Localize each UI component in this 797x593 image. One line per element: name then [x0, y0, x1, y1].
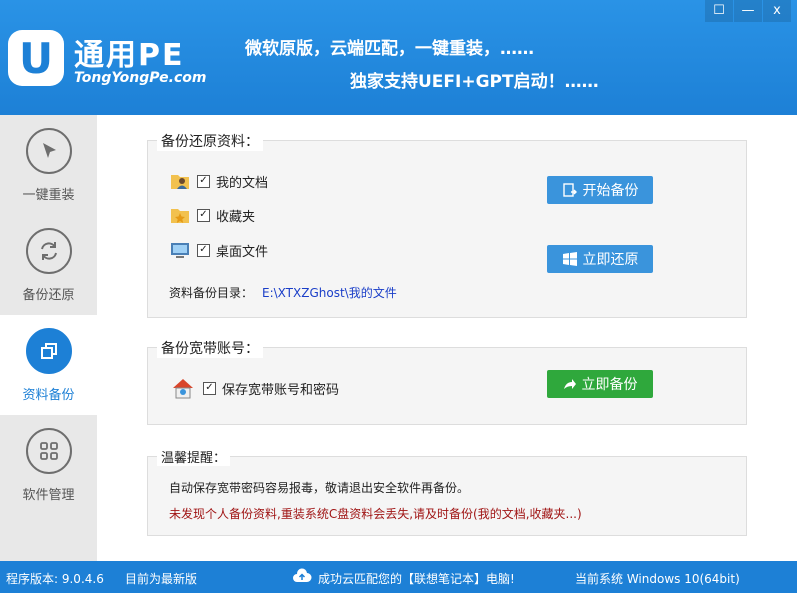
feedback-button[interactable]: ☐: [705, 0, 733, 22]
app-grid-icon: [25, 428, 72, 474]
slogan-line-2: 独家支持UEFI+GPT启动！……: [350, 72, 599, 92]
cloud-match-message: 成功云匹配您的【联想笔记本】电脑!: [318, 572, 515, 586]
backup-item-desktop[interactable]: ✓ 桌面文件: [169, 239, 268, 261]
broadband-item-label: 保存宽带账号和密码: [222, 382, 340, 398]
sidebar-item-backup-restore[interactable]: 备份还原: [0, 215, 97, 315]
cursor-arrow-icon: [25, 128, 72, 174]
refresh-arrows-icon: [25, 228, 72, 274]
backup-item-label: 收藏夹: [216, 209, 256, 225]
broadband-checkbox[interactable]: ✓: [203, 381, 216, 395]
sidebar-item-label: 软件管理: [22, 488, 75, 503]
copy-squares-icon: [25, 328, 72, 374]
user-folder-icon: [171, 175, 189, 189]
backup-item-favorites[interactable]: ✓ 收藏夹: [169, 204, 255, 226]
update-status: 目前为最新版: [125, 572, 198, 586]
documents-checkbox[interactable]: ✓: [197, 174, 210, 188]
backup-item-documents[interactable]: ✓ 我的文档: [169, 170, 268, 192]
broadband-item[interactable]: ✓ 保存宽带账号和密码: [169, 374, 339, 402]
windows-logo-icon: [562, 252, 577, 266]
sidebar: 一键重装 备份还原 资料备份 软件管理: [0, 115, 97, 561]
favorites-checkbox[interactable]: ✓: [197, 208, 210, 222]
close-button[interactable]: x: [763, 0, 791, 22]
logo-title: 通用PE: [74, 38, 185, 73]
backup-now-button[interactable]: 立即备份: [547, 370, 653, 398]
tips-section-title: 温馨提醒：: [157, 447, 231, 466]
logo-letter: U: [18, 33, 54, 83]
start-backup-button[interactable]: 开始备份: [547, 176, 653, 204]
restore-button[interactable]: 立即还原: [547, 245, 653, 273]
desktop-checkbox[interactable]: ✓: [197, 243, 210, 257]
broadband-section-title: 备份宽带账号：: [157, 338, 263, 358]
backup-item-label: 我的文档: [216, 175, 269, 191]
minimize-button[interactable]: —: [734, 0, 762, 22]
app-logo: U: [8, 30, 64, 86]
restore-label: 立即还原: [582, 252, 639, 268]
sidebar-item-reinstall[interactable]: 一键重装: [0, 115, 97, 215]
window-controls: ☐ — x: [704, 0, 791, 22]
main-content: 备份还原资料： ✓ 我的文档 ✓ 收藏夹 ✓ 桌面文件 开始备份 立即还原 资料…: [97, 115, 797, 561]
logo-subtitle: TongYongPe.com: [74, 70, 207, 86]
cloud-upload-icon: [292, 567, 312, 588]
start-backup-label: 开始备份: [582, 183, 639, 199]
program-version: 程序版本: 9.0.4.6: [6, 572, 104, 586]
tip-line-1: 自动保存宽带密码容易报毒，敬请退出安全软件再备份。: [169, 481, 470, 495]
sidebar-item-label: 一键重装: [22, 188, 75, 203]
forward-arrow-icon: [563, 379, 576, 389]
tip-line-2-warning: 未发现个人备份资料,重装系统C盘资料会丢失,请及时备份(我的文档,收藏夹...): [169, 507, 582, 521]
backup-path-label: 资料备份目录：: [169, 286, 254, 300]
backup-item-label: 桌面文件: [216, 244, 269, 260]
star-folder-icon: [171, 209, 189, 223]
sidebar-item-data-backup[interactable]: 资料备份: [0, 315, 97, 415]
backup-section-title: 备份还原资料：: [157, 131, 263, 151]
desktop-monitor-icon: [171, 243, 189, 258]
sidebar-item-software[interactable]: 软件管理: [0, 415, 97, 515]
backup-file-icon: [562, 183, 577, 197]
tips-section: [147, 456, 747, 536]
status-bar: 程序版本: 9.0.4.6 目前为最新版 成功云匹配您的【联想笔记本】电脑! 当…: [0, 561, 797, 593]
backup-now-label: 立即备份: [581, 377, 638, 393]
house-network-icon: [173, 379, 193, 399]
sidebar-item-label: 备份还原: [22, 288, 75, 303]
app-header: U 通用PE TongYongPe.com 微软原版，云端匹配，一键重装，…… …: [0, 0, 797, 115]
backup-path-value[interactable]: E:\XTXZGhost\我的文件: [262, 284, 397, 301]
sidebar-item-label: 资料备份: [22, 388, 75, 403]
slogan-line-1: 微软原版，云端匹配，一键重装，……: [245, 39, 534, 59]
system-info: 当前系统 Windows 10(64bit): [575, 572, 740, 586]
